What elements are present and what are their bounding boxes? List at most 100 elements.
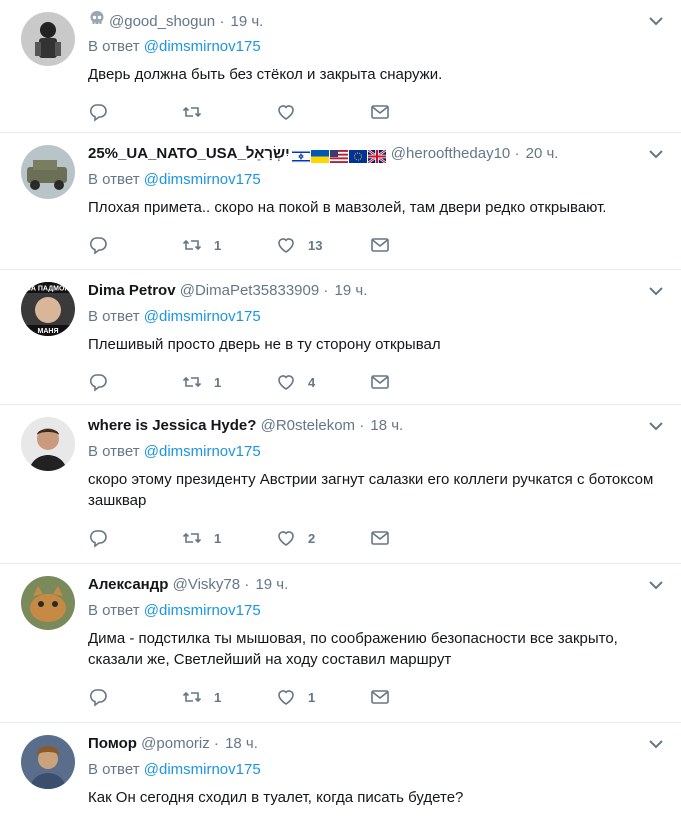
uk-flag-icon bbox=[367, 149, 386, 163]
username[interactable]: @DimaPet35833909 bbox=[180, 282, 319, 299]
dm-button[interactable] bbox=[370, 528, 464, 548]
chevron-down-icon[interactable] bbox=[647, 735, 665, 753]
timestamp[interactable]: 19 ч. bbox=[335, 282, 368, 299]
reply-button[interactable] bbox=[88, 102, 182, 122]
tweet-text: Плешивый просто дверь не в ту сторону от… bbox=[88, 336, 441, 353]
envelope-icon bbox=[371, 690, 389, 704]
reply-button[interactable] bbox=[88, 372, 182, 392]
retweet-icon bbox=[182, 691, 202, 703]
dm-button[interactable] bbox=[370, 687, 464, 707]
avatar[interactable]: ЗА ПАДМОН МАНЯ bbox=[21, 282, 75, 336]
chevron-down-icon[interactable] bbox=[647, 12, 665, 30]
username[interactable]: @Visky78 bbox=[173, 576, 240, 593]
retweet-button[interactable]: 1 bbox=[182, 235, 276, 255]
reply-prefix: В ответ bbox=[88, 308, 140, 325]
chevron-down-icon[interactable] bbox=[647, 417, 665, 435]
dm-button[interactable] bbox=[370, 102, 464, 122]
heart-icon bbox=[278, 238, 294, 253]
envelope-icon bbox=[371, 105, 389, 119]
eu-flag-icon bbox=[348, 149, 367, 163]
tweet[interactable]: @good_shogun · 19 ч. В ответ @dimsmirnov… bbox=[0, 0, 681, 133]
tweet[interactable]: where is Jessica Hyde? @R0stelekom · 18 … bbox=[0, 405, 681, 564]
envelope-icon bbox=[371, 238, 389, 252]
replies-timeline: @good_shogun · 19 ч. В ответ @dimsmirnov… bbox=[0, 0, 681, 819]
avatar[interactable] bbox=[21, 417, 75, 471]
avatar[interactable] bbox=[21, 12, 75, 66]
display-name[interactable]: where is Jessica Hyde? bbox=[88, 417, 256, 434]
timestamp[interactable]: 18 ч. bbox=[370, 417, 403, 434]
like-button[interactable]: 13 bbox=[276, 235, 370, 255]
dm-button[interactable] bbox=[370, 372, 464, 392]
tweet-text: скоро этому президенту Австрии загнут са… bbox=[88, 471, 654, 509]
tweet-header: @good_shogun · 19 ч. bbox=[88, 10, 665, 32]
tweet-actions: 1 4 bbox=[88, 367, 665, 397]
tweet-header: Помор @pomoriz · 18 ч. bbox=[88, 733, 665, 755]
reply-icon bbox=[89, 374, 107, 392]
separator-dot: · bbox=[359, 417, 365, 434]
username[interactable]: @good_shogun bbox=[109, 13, 215, 30]
chevron-down-icon[interactable] bbox=[647, 576, 665, 594]
retweet-button[interactable] bbox=[182, 102, 276, 122]
reply-icon bbox=[89, 530, 107, 548]
tweet-text: Плохая примета.. скоро на покой в мавзол… bbox=[88, 199, 607, 216]
timestamp[interactable]: 18 ч. bbox=[225, 735, 258, 752]
tweet[interactable]: ЗА ПАДМОН МАНЯ Dima Petrov @DimaPet358339… bbox=[0, 270, 681, 405]
skull-icon bbox=[88, 10, 106, 35]
mention-link[interactable]: @dimsmirnov175 bbox=[144, 38, 261, 55]
retweet-icon bbox=[182, 532, 202, 544]
like-count: 2 bbox=[308, 530, 316, 546]
reply-prefix: В ответ bbox=[88, 171, 140, 188]
tweet-header: 25%_UA_NATO_USA_יִשְׂרָאֵל @herooftheday… bbox=[88, 143, 665, 165]
tweet[interactable]: Александр @Visky78 · 19 ч. В ответ @dims… bbox=[0, 564, 681, 723]
display-name[interactable]: Александр bbox=[88, 576, 168, 593]
tweet-actions: 1 2 bbox=[88, 523, 665, 553]
reply-context: В ответ @dimsmirnov175 bbox=[88, 171, 665, 191]
retweet-count: 1 bbox=[214, 530, 222, 546]
like-button[interactable] bbox=[276, 102, 370, 122]
chevron-down-icon[interactable] bbox=[647, 282, 665, 300]
reply-button[interactable] bbox=[88, 687, 182, 707]
timestamp[interactable]: 19 ч. bbox=[255, 576, 288, 593]
mention-link[interactable]: @dimsmirnov175 bbox=[144, 308, 261, 325]
username[interactable]: @R0stelekom bbox=[261, 417, 355, 434]
tweet[interactable]: 25%_UA_NATO_USA_יִשְׂרָאֵל @herooftheday… bbox=[0, 133, 681, 270]
separator-dot: · bbox=[213, 735, 219, 752]
username[interactable]: @herooftheday10 bbox=[391, 145, 510, 162]
display-name[interactable]: Dima Petrov bbox=[88, 282, 176, 299]
like-button[interactable]: 4 bbox=[276, 372, 370, 392]
display-name[interactable]: Помор bbox=[88, 735, 137, 752]
like-count: 4 bbox=[308, 374, 316, 390]
mention-link[interactable]: @dimsmirnov175 bbox=[144, 171, 261, 188]
retweet-button[interactable]: 1 bbox=[182, 372, 276, 392]
avatar[interactable] bbox=[21, 735, 75, 789]
like-button[interactable]: 1 bbox=[276, 687, 370, 707]
avatar-caption-bottom: МАНЯ bbox=[38, 328, 59, 335]
chevron-down-icon[interactable] bbox=[647, 145, 665, 163]
retweet-button[interactable]: 1 bbox=[182, 687, 276, 707]
tweet-actions: 1 1 bbox=[88, 682, 665, 712]
dm-button[interactable] bbox=[370, 235, 464, 255]
mention-link[interactable]: @dimsmirnov175 bbox=[144, 443, 261, 460]
reply-button[interactable] bbox=[88, 528, 182, 548]
username[interactable]: @pomoriz bbox=[141, 735, 210, 752]
heart-icon bbox=[278, 375, 294, 390]
like-button[interactable]: 2 bbox=[276, 528, 370, 548]
envelope-icon bbox=[371, 375, 389, 389]
retweet-button[interactable]: 1 bbox=[182, 528, 276, 548]
reply-context: В ответ @dimsmirnov175 bbox=[88, 602, 665, 622]
avatar[interactable] bbox=[21, 145, 75, 199]
separator-dot: · bbox=[323, 282, 329, 299]
timestamp[interactable]: 20 ч. bbox=[526, 145, 559, 162]
heart-icon bbox=[278, 531, 294, 546]
reply-prefix: В ответ bbox=[88, 38, 140, 55]
tweet-header: where is Jessica Hyde? @R0stelekom · 18 … bbox=[88, 415, 665, 437]
tweet[interactable]: Помор @pomoriz · 18 ч. В ответ @dimsmirn… bbox=[0, 723, 681, 819]
display-name[interactable]: 25%_UA_NATO_USA_יִשְׂרָאֵל bbox=[88, 145, 290, 162]
timestamp[interactable]: 19 ч. bbox=[231, 13, 264, 30]
separator-dot: · bbox=[244, 576, 250, 593]
mention-link[interactable]: @dimsmirnov175 bbox=[144, 602, 261, 619]
reply-button[interactable] bbox=[88, 235, 182, 255]
avatar-caption-top: ЗА ПАДМОН bbox=[26, 286, 69, 293]
avatar[interactable] bbox=[21, 576, 75, 630]
mention-link[interactable]: @dimsmirnov175 bbox=[144, 761, 261, 778]
